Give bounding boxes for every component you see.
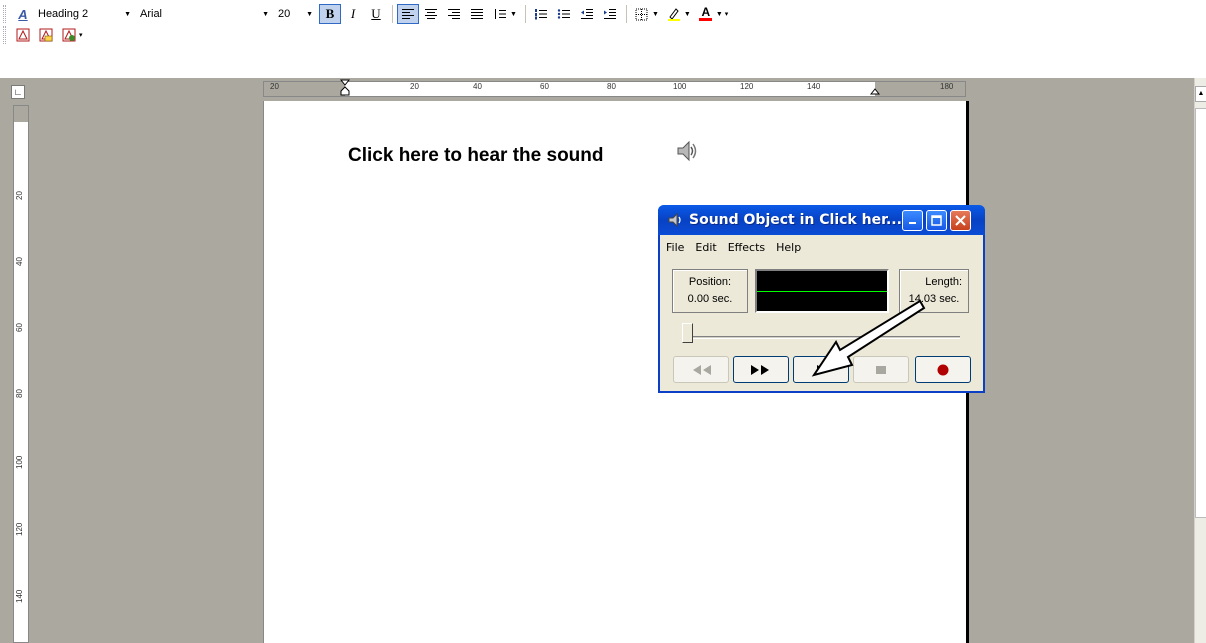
ruler-tick: 100 xyxy=(15,455,24,469)
italic-button[interactable]: I xyxy=(342,4,364,24)
menu-edit[interactable]: Edit xyxy=(689,241,721,254)
pdf-toolbar: ▾ xyxy=(0,24,1206,46)
decrease-indent-icon[interactable] xyxy=(576,4,598,24)
scrollbar-thumb[interactable] xyxy=(1195,108,1206,518)
ruler-tick: 80 xyxy=(607,82,616,91)
font-combo-value: Arial xyxy=(140,8,163,20)
ruler-tick: 20 xyxy=(15,191,24,200)
vertical-scrollbar[interactable]: ▲ xyxy=(1194,78,1206,643)
justify-icon[interactable] xyxy=(466,4,488,24)
underline-button[interactable]: U xyxy=(365,4,387,24)
close-icon[interactable] xyxy=(950,210,971,231)
toolbar-separator xyxy=(625,5,627,23)
style-combo[interactable]: Heading 2 ▼ xyxy=(35,5,137,24)
maximize-icon[interactable] xyxy=(926,210,947,231)
font-size-combo[interactable]: 20 ▼ xyxy=(275,5,319,24)
chevron-down-icon[interactable]: ▼ xyxy=(510,11,517,18)
chevron-down-icon[interactable]: ▼ xyxy=(716,11,723,18)
seek-end-button[interactable] xyxy=(733,356,789,383)
sound-app-icon xyxy=(666,211,684,229)
bullets-icon[interactable] xyxy=(553,4,575,24)
font-combo[interactable]: Arial ▼ xyxy=(137,5,275,24)
chevron-down-icon[interactable]: ▼ xyxy=(684,11,691,18)
menu-effects[interactable]: Effects xyxy=(722,241,770,254)
toolbar-area: A Heading 2 ▼ Arial ▼ 20 ▼ B I U ▼ ▼ ▼ A… xyxy=(0,0,1206,44)
ruler-top-margin xyxy=(14,106,28,122)
align-left-icon[interactable] xyxy=(397,4,419,24)
position-label: Position: xyxy=(688,276,732,288)
chevron-down-icon[interactable]: ▼ xyxy=(652,11,659,18)
toolbar-options-icon[interactable]: ▾ xyxy=(725,10,729,18)
toolbar-grip[interactable] xyxy=(3,5,6,23)
highlight-icon[interactable] xyxy=(663,4,685,24)
toolbar-separator xyxy=(392,5,393,23)
pdf-review-icon[interactable] xyxy=(58,25,80,45)
toolbar-grip[interactable] xyxy=(3,26,6,44)
font-size-value: 20 xyxy=(278,8,291,20)
chevron-down-icon[interactable]: ▼ xyxy=(124,11,131,18)
increase-indent-icon[interactable] xyxy=(599,4,621,24)
font-color-swatch xyxy=(699,18,713,21)
length-label: Length: xyxy=(925,276,962,288)
ruler-tick: 60 xyxy=(540,82,549,91)
styles-formatting-icon[interactable]: A xyxy=(12,4,34,24)
waveform-line xyxy=(757,291,887,292)
position-value: 0.00 sec. xyxy=(687,293,733,305)
position-readout: Position: 0.00 sec. xyxy=(672,269,748,313)
record-icon xyxy=(937,364,949,375)
ruler-tick: 80 xyxy=(15,389,24,398)
ruler-tick: 100 xyxy=(673,82,687,91)
ruler-tick: 20 xyxy=(270,82,279,91)
dialog-menubar: File Edit Effects Help xyxy=(660,237,806,257)
rewind-icon xyxy=(693,364,711,375)
convert-to-pdf-icon[interactable] xyxy=(12,25,34,45)
tab-selector-icon[interactable]: ∟ xyxy=(11,85,25,99)
formatting-toolbar: A Heading 2 ▼ Arial ▼ 20 ▼ B I U ▼ ▼ ▼ A… xyxy=(0,3,1206,25)
speaker-icon[interactable] xyxy=(674,139,700,163)
numbering-icon[interactable] xyxy=(530,4,552,24)
ruler-tick: 40 xyxy=(473,82,482,91)
scroll-up-icon[interactable]: ▲ xyxy=(1195,86,1206,102)
ruler-tick: 140 xyxy=(807,82,821,91)
menu-file[interactable]: File xyxy=(660,241,689,254)
first-line-indent-marker[interactable] xyxy=(340,79,350,99)
dialog-title: Sound Object in Click her... xyxy=(689,212,902,228)
vertical-ruler[interactable]: 20 40 60 80 100 120 140 xyxy=(13,105,29,643)
dialog-titlebar[interactable]: Sound Object in Click her... xyxy=(658,205,985,235)
ruler-tick: 60 xyxy=(15,323,24,332)
align-center-icon[interactable] xyxy=(420,4,442,24)
position-slider-thumb[interactable] xyxy=(682,323,693,343)
convert-and-email-pdf-icon[interactable] xyxy=(35,25,57,45)
align-right-icon[interactable] xyxy=(443,4,465,24)
ruler-tick: 120 xyxy=(15,522,24,536)
seek-start-button[interactable] xyxy=(673,356,729,383)
style-combo-value: Heading 2 xyxy=(38,8,89,20)
font-color-button[interactable]: A xyxy=(695,4,717,24)
line-spacing-icon[interactable] xyxy=(489,4,511,24)
chevron-down-icon[interactable]: ▼ xyxy=(262,11,269,18)
font-color-label: A xyxy=(701,5,711,19)
borders-icon[interactable] xyxy=(631,4,653,24)
ruler-tick: 40 xyxy=(15,257,24,266)
horizontal-ruler[interactable]: 20 20 40 60 80 100 120 140 180 xyxy=(263,79,966,99)
ruler-tick: 20 xyxy=(410,82,419,91)
document-heading[interactable]: Click here to hear the sound xyxy=(348,145,604,167)
menu-help[interactable]: Help xyxy=(770,241,806,254)
right-indent-marker[interactable] xyxy=(870,86,880,96)
ruler-tick: 120 xyxy=(740,82,754,91)
ruler-tick: 140 xyxy=(15,589,24,603)
chevron-down-icon[interactable]: ▼ xyxy=(306,11,313,18)
ruler-tick: 180 xyxy=(940,82,954,91)
toolbar-separator xyxy=(524,5,526,23)
fast-forward-icon xyxy=(751,364,769,375)
annotation-arrow-icon xyxy=(811,299,926,377)
bold-button[interactable]: B xyxy=(319,4,341,24)
toolbar-options-icon[interactable]: ▾ xyxy=(79,31,83,39)
minimize-icon[interactable] xyxy=(902,210,923,231)
